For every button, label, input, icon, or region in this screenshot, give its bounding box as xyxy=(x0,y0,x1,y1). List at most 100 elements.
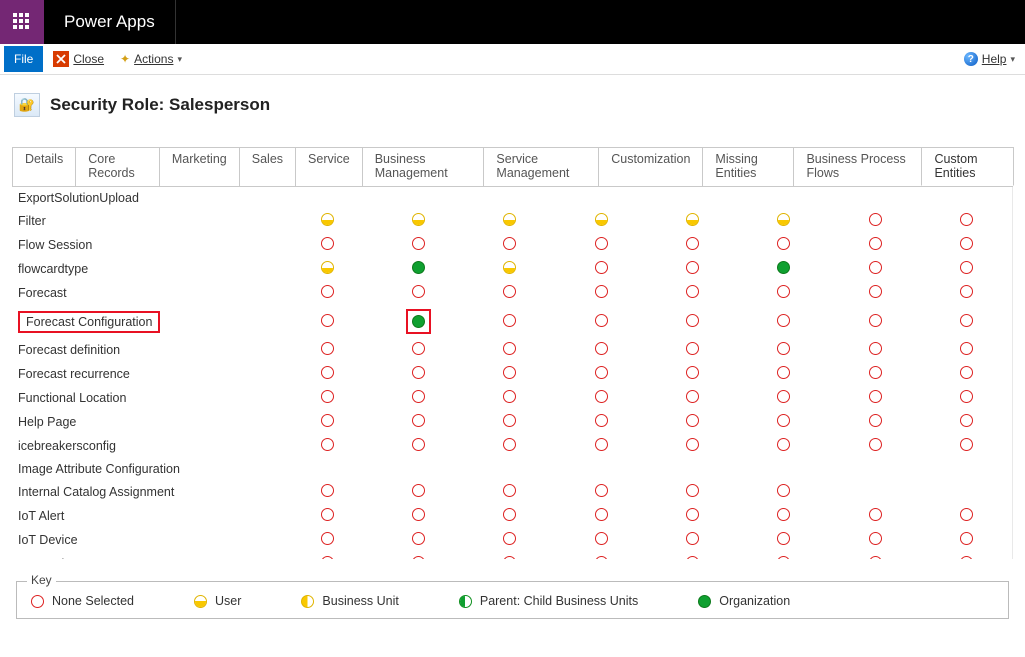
help-button[interactable]: ? Help ▾ xyxy=(964,52,1021,66)
permission-cell[interactable] xyxy=(829,362,920,386)
permission-cell[interactable] xyxy=(464,528,555,552)
permission-cell[interactable] xyxy=(921,504,1012,528)
permission-cell[interactable] xyxy=(921,362,1012,386)
permission-cell[interactable] xyxy=(647,434,738,458)
permission-cell[interactable] xyxy=(281,458,372,480)
permission-cell[interactable] xyxy=(373,458,464,480)
permission-cell[interactable] xyxy=(921,458,1012,480)
permission-cell[interactable] xyxy=(373,305,464,338)
permission-cell[interactable] xyxy=(373,338,464,362)
permission-cell[interactable] xyxy=(647,233,738,257)
permission-cell[interactable] xyxy=(921,338,1012,362)
permission-cell[interactable] xyxy=(373,209,464,233)
permission-cell[interactable] xyxy=(738,257,829,281)
permission-cell[interactable] xyxy=(464,233,555,257)
permission-cell[interactable] xyxy=(281,480,372,504)
permission-cell[interactable] xyxy=(555,552,646,559)
permission-cell[interactable] xyxy=(464,552,555,559)
tab-sales[interactable]: Sales xyxy=(239,147,296,186)
permission-cell[interactable] xyxy=(281,434,372,458)
permission-cell[interactable] xyxy=(921,434,1012,458)
permission-cell[interactable] xyxy=(921,552,1012,559)
actions-button[interactable]: ✦ Actions ▾ xyxy=(120,52,182,66)
permission-cell[interactable] xyxy=(829,257,920,281)
permission-cell[interactable] xyxy=(373,528,464,552)
permission-cell[interactable] xyxy=(464,458,555,480)
permission-cell[interactable] xyxy=(829,528,920,552)
permission-cell[interactable] xyxy=(281,386,372,410)
permission-cell[interactable] xyxy=(829,434,920,458)
permission-cell[interactable] xyxy=(373,552,464,559)
permission-cell[interactable] xyxy=(738,233,829,257)
permission-cell[interactable] xyxy=(738,305,829,338)
permission-cell[interactable] xyxy=(738,362,829,386)
permission-cell[interactable] xyxy=(829,338,920,362)
permission-cell[interactable] xyxy=(647,338,738,362)
permission-cell[interactable] xyxy=(647,504,738,528)
permission-cell[interactable] xyxy=(281,552,372,559)
permission-cell[interactable] xyxy=(829,552,920,559)
tab-service-management[interactable]: Service Management xyxy=(483,147,599,186)
permission-cell[interactable] xyxy=(281,528,372,552)
permission-cell[interactable] xyxy=(281,338,372,362)
permission-cell[interactable] xyxy=(373,480,464,504)
permission-cell[interactable] xyxy=(921,528,1012,552)
permission-cell[interactable] xyxy=(555,233,646,257)
permission-cell[interactable] xyxy=(829,504,920,528)
tab-business-process-flows[interactable]: Business Process Flows xyxy=(793,147,922,186)
permission-cell[interactable] xyxy=(281,410,372,434)
permission-cell[interactable] xyxy=(373,281,464,305)
permission-cell[interactable] xyxy=(373,187,464,209)
permission-cell[interactable] xyxy=(829,305,920,338)
permission-cell[interactable] xyxy=(464,187,555,209)
permission-cell[interactable] xyxy=(281,187,372,209)
permission-cell[interactable] xyxy=(555,504,646,528)
tab-business-management[interactable]: Business Management xyxy=(362,147,485,186)
permission-cell[interactable] xyxy=(555,410,646,434)
permission-cell[interactable] xyxy=(555,338,646,362)
tab-custom-entities[interactable]: Custom Entities xyxy=(921,147,1014,186)
permission-cell[interactable] xyxy=(829,410,920,434)
permission-cell[interactable] xyxy=(373,257,464,281)
close-button[interactable]: Close xyxy=(53,51,104,67)
tab-details[interactable]: Details xyxy=(12,147,76,186)
permission-cell[interactable] xyxy=(464,338,555,362)
permission-cell[interactable] xyxy=(464,480,555,504)
permission-cell[interactable] xyxy=(373,362,464,386)
permission-cell[interactable] xyxy=(555,434,646,458)
permission-cell[interactable] xyxy=(829,386,920,410)
permission-cell[interactable] xyxy=(921,410,1012,434)
permission-cell[interactable] xyxy=(738,187,829,209)
permission-cell[interactable] xyxy=(738,209,829,233)
permission-cell[interactable] xyxy=(555,281,646,305)
permission-cell[interactable] xyxy=(829,187,920,209)
permission-cell[interactable] xyxy=(738,410,829,434)
permission-cell[interactable] xyxy=(555,187,646,209)
permission-cell[interactable] xyxy=(647,305,738,338)
permission-cell[interactable] xyxy=(373,233,464,257)
permission-cell[interactable] xyxy=(829,480,920,504)
permission-cell[interactable] xyxy=(281,362,372,386)
permission-cell[interactable] xyxy=(829,458,920,480)
permission-cell[interactable] xyxy=(829,209,920,233)
permission-cell[interactable] xyxy=(464,257,555,281)
permission-cell[interactable] xyxy=(738,480,829,504)
permission-cell[interactable] xyxy=(921,480,1012,504)
permission-cell[interactable] xyxy=(464,410,555,434)
tab-service[interactable]: Service xyxy=(295,147,363,186)
tab-missing-entities[interactable]: Missing Entities xyxy=(702,147,794,186)
permission-cell[interactable] xyxy=(464,281,555,305)
permission-cell[interactable] xyxy=(281,281,372,305)
permission-cell[interactable] xyxy=(738,528,829,552)
permission-cell[interactable] xyxy=(647,480,738,504)
permissions-grid-scroll[interactable]: ExportSolutionUploadFilterFlow Sessionfl… xyxy=(12,187,1012,559)
file-button[interactable]: File xyxy=(4,46,43,72)
permission-cell[interactable] xyxy=(738,552,829,559)
permission-cell[interactable] xyxy=(281,305,372,338)
permission-cell[interactable] xyxy=(281,233,372,257)
permission-cell[interactable] xyxy=(829,281,920,305)
permission-cell[interactable] xyxy=(921,233,1012,257)
permission-cell[interactable] xyxy=(555,480,646,504)
permission-cell[interactable] xyxy=(647,187,738,209)
permission-cell[interactable] xyxy=(373,434,464,458)
